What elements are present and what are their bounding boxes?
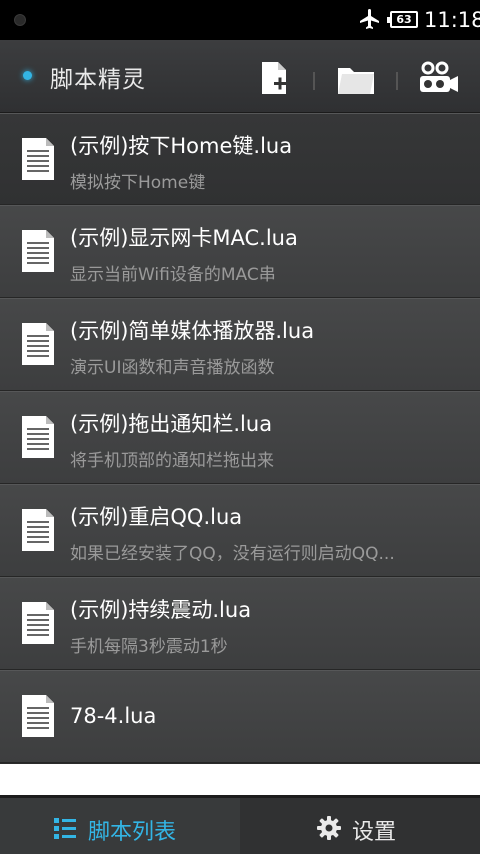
gear-icon: [317, 816, 341, 840]
list-item[interactable]: (示例)持续震动.lua 手机每隔3秒震动1秒: [0, 577, 480, 670]
list-item[interactable]: (示例)拖出通知栏.lua 将手机顶部的通知栏拖出来: [0, 391, 480, 484]
tab-label: 设置: [352, 820, 397, 845]
list-item[interactable]: (示例)简单媒体播放器.lua 演示UI函数和声音播放函数: [0, 298, 480, 391]
app-title: 脚本精灵: [50, 67, 146, 93]
battery-icon: 63: [387, 11, 418, 28]
script-description: 手机每隔3秒震动1秒: [70, 637, 228, 657]
status-bar: 63 11:18: [0, 0, 480, 40]
script-title: (示例)持续震动.lua: [70, 598, 252, 622]
file-icon: [22, 695, 54, 737]
action-divider: [396, 72, 398, 90]
app-indicator-dot: [23, 71, 32, 80]
airplane-icon: [360, 9, 379, 29]
tab-label: 脚本列表: [88, 820, 177, 845]
script-title: 78-4.lua: [70, 704, 157, 728]
record-icon[interactable]: [416, 56, 460, 100]
tab-script-list[interactable]: 脚本列表: [0, 795, 240, 854]
script-title: (示例)显示网卡MAC.lua: [70, 226, 298, 250]
file-icon: [22, 230, 54, 272]
script-description: 将手机顶部的通知栏拖出来: [70, 451, 274, 471]
script-description: 演示UI函数和声音播放函数: [70, 358, 275, 378]
list-item[interactable]: (示例)重启QQ.lua 如果已经安装了QQ，没有运行则启动QQ...: [0, 484, 480, 577]
file-icon: [22, 416, 54, 458]
script-title: (示例)简单媒体播放器.lua: [70, 319, 315, 343]
script-title: (示例)重启QQ.lua: [70, 505, 243, 529]
action-divider: [313, 72, 315, 90]
list-item[interactable]: (示例)按下Home键.lua 模拟按下Home键: [0, 113, 480, 205]
file-icon: [22, 602, 54, 644]
file-icon: [22, 323, 54, 365]
status-clock: 11:18: [424, 8, 480, 32]
script-title: (示例)按下Home键.lua: [70, 134, 293, 158]
bottom-tab-bar: 脚本列表 设置: [0, 795, 480, 854]
list-item[interactable]: 78-4.lua: [0, 670, 480, 763]
status-dot-icon: [14, 14, 26, 26]
file-icon: [22, 509, 54, 551]
script-title: (示例)拖出通知栏.lua: [70, 412, 273, 436]
list-item[interactable]: (示例)显示网卡MAC.lua 显示当前Wifi设备的MAC串: [0, 205, 480, 298]
script-description: 显示当前Wifi设备的MAC串: [70, 265, 276, 285]
script-description: 模拟按下Home键: [70, 173, 206, 193]
folder-icon[interactable]: [334, 56, 378, 100]
list-empty-area: [0, 764, 480, 795]
file-icon: [22, 138, 54, 180]
script-description: 如果已经安装了QQ，没有运行则启动QQ...: [70, 544, 395, 564]
script-list: (示例)按下Home键.lua 模拟按下Home键 (示例)显示网卡MAC.lu…: [0, 113, 480, 763]
tab-settings[interactable]: 设置: [240, 795, 480, 854]
new-file-icon[interactable]: [252, 56, 296, 100]
app-bar: 脚本精灵: [0, 40, 480, 113]
list-icon: [54, 818, 76, 839]
